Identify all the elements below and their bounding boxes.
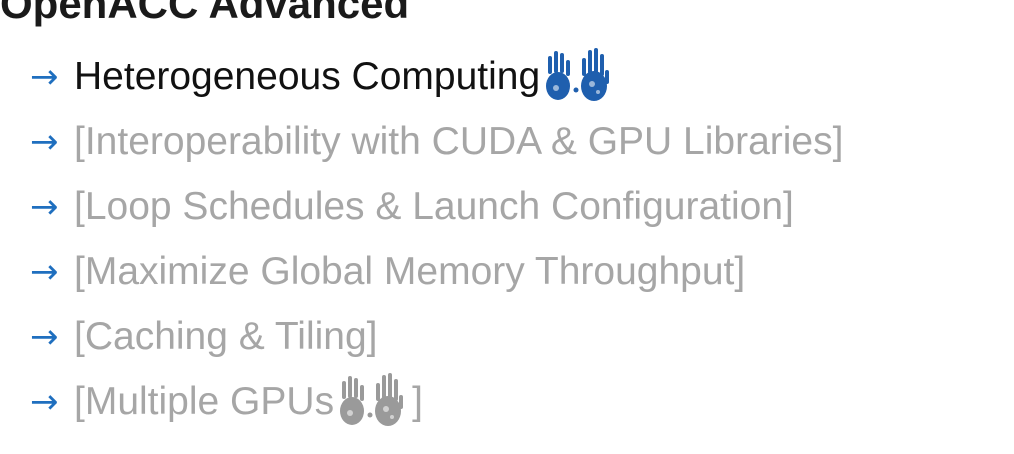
topic-list: → Heterogeneous Computing → [Interoperab… (30, 44, 843, 434)
hand-prints-icon (544, 47, 610, 106)
hand-print-gray-icon (340, 372, 404, 426)
list-item-multiple-gpus: → [Multiple GPUs] (30, 369, 843, 434)
list-item-caching-tiling: → [Caching & Tiling] (30, 304, 843, 369)
list-item-interoperability: → [Interoperability with CUDA & GPU Libr… (30, 109, 843, 174)
hand-prints-icon (338, 372, 404, 431)
slide-title: OpenACC Advanced (0, 0, 410, 27)
list-item-label: [Loop Schedules & Launch Configuration] (74, 184, 794, 228)
list-item-label-suffix: ] (412, 379, 423, 423)
list-item-loop-schedules: → [Loop Schedules & Launch Configuration… (30, 174, 843, 239)
arrow-right-icon: → (30, 186, 59, 227)
list-item-label: [Maximize Global Memory Throughput] (74, 249, 746, 293)
list-item-label: Heterogeneous Computing (74, 54, 541, 98)
arrow-right-icon: → (30, 251, 59, 292)
list-item-label: [Multiple GPUs (74, 379, 335, 423)
list-item-label: [Caching & Tiling] (74, 314, 378, 358)
list-item-label: [Interoperability with CUDA & GPU Librar… (74, 119, 844, 163)
arrow-right-icon: → (30, 316, 59, 357)
arrow-right-icon: → (30, 381, 59, 422)
arrow-right-icon: → (30, 56, 59, 97)
list-item-global-memory: → [Maximize Global Memory Throughput] (30, 239, 843, 304)
hand-print-left-icon (546, 47, 610, 101)
list-item-heterogeneous-computing: → Heterogeneous Computing (30, 44, 843, 109)
arrow-right-icon: → (30, 121, 59, 162)
